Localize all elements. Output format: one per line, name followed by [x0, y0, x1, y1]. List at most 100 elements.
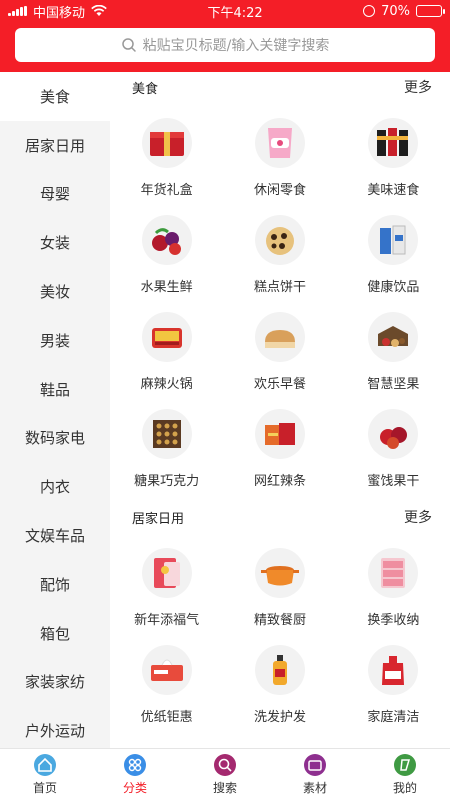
- category-tile[interactable]: 水果生鲜: [110, 199, 223, 296]
- tab-profile[interactable]: 我的: [360, 749, 450, 800]
- section-header: 居家日用 更多: [110, 502, 450, 532]
- sidebar-item[interactable]: 箱包: [0, 609, 110, 658]
- dried-fruit-icon: [368, 409, 419, 459]
- bread-icon: [254, 312, 305, 362]
- sidebar-item[interactable]: 女装: [0, 218, 110, 267]
- sidebar-item[interactable]: 数码家电: [0, 414, 110, 463]
- category-tile-label: 欢乐早餐: [253, 377, 306, 392]
- bottom-tab-bar: 首页 分类 搜索 素材 我的: [0, 748, 450, 800]
- battery-percent: 70%: [381, 3, 410, 19]
- signal-icon: [8, 6, 27, 16]
- section-title: 美食: [132, 81, 159, 97]
- category-tile-label: 精致餐厨: [253, 613, 306, 628]
- home-icon: [34, 753, 56, 776]
- category-tile[interactable]: 家庭清洁: [337, 629, 450, 726]
- category-tile[interactable]: 新年添福气: [110, 532, 223, 629]
- category-tile-label: 蜜饯果干: [367, 474, 420, 489]
- category-tile[interactable]: 洗发护发: [223, 629, 336, 726]
- search-icon: [121, 38, 136, 52]
- sidebar-item[interactable]: 美妆: [0, 267, 110, 316]
- more-link[interactable]: 更多: [404, 77, 432, 97]
- category-sidebar: 美食 居家日用 母婴 女装 美妆 男装 鞋品 数码家电 内衣 文娱车品 配饰 箱包 家装家纺 户外运动: [0, 72, 110, 748]
- category-tile-label: 健康饮品: [367, 280, 420, 295]
- category-tile-label: 新年添福气: [134, 613, 200, 628]
- section-header: 美食 更多: [110, 72, 450, 102]
- category-tile-label: 网红辣条: [253, 474, 306, 489]
- category-tile[interactable]: 麻辣火锅: [110, 296, 223, 393]
- rotation-lock-icon: [363, 5, 376, 17]
- sidebar-item[interactable]: 鞋品: [0, 365, 110, 414]
- category-tile-label: 换季收纳: [367, 613, 420, 628]
- snack-bag-icon: [254, 118, 305, 168]
- category-tile[interactable]: 精致餐厨: [223, 532, 336, 629]
- tab-label: 分类: [122, 780, 147, 795]
- category-tile[interactable]: 换季收纳: [337, 532, 450, 629]
- category-tile-label: 水果生鲜: [140, 280, 193, 295]
- category-tile-label: 家庭清洁: [367, 710, 420, 725]
- search-placeholder: 粘贴宝贝标题/输入关键字搜索: [142, 38, 330, 54]
- category-tile-label: 麻辣火锅: [140, 377, 193, 392]
- tab-label: 我的: [392, 780, 417, 795]
- search-icon: [214, 753, 236, 776]
- sidebar-item[interactable]: 家装家纺: [0, 658, 110, 707]
- tab-category[interactable]: 分类: [90, 749, 180, 800]
- status-time: 下午4:22: [207, 5, 263, 21]
- category-tile[interactable]: 智慧坚果: [337, 296, 450, 393]
- instant-noodle-icon: [368, 118, 419, 168]
- carrier-name: 中国移动: [33, 5, 86, 21]
- category-content: 美食 更多 年货礼盒 休闲零食 美味速食 水果生鲜 糕点饼干 健康饮品 麻辣火锅 欢乐早餐 智慧坚果…: [110, 72, 450, 748]
- tab-label: 搜索: [212, 780, 237, 795]
- category-tile[interactable]: 休闲零食: [223, 102, 336, 199]
- detergent-icon: [368, 645, 419, 695]
- storage-drawer-icon: [368, 548, 419, 598]
- spicy-strip-icon: [254, 409, 305, 459]
- category-grid: 年货礼盒 休闲零食 美味速食水果生鲜 糕点饼干 健康饮品麻辣火锅 欢乐早餐 智慧坚果糖果巧克…: [110, 102, 450, 490]
- category-tile-label: 年货礼盒: [140, 183, 193, 198]
- tab-material[interactable]: 素材: [270, 749, 360, 800]
- search-input[interactable]: 粘贴宝贝标题/输入关键字搜索: [15, 28, 435, 62]
- sidebar-item[interactable]: 户外运动: [0, 706, 110, 748]
- sidebar-item[interactable]: 内衣: [0, 462, 110, 511]
- more-link[interactable]: 更多: [404, 507, 432, 527]
- sidebar-item[interactable]: 母婴: [0, 170, 110, 219]
- red-envelope-icon: [141, 548, 192, 598]
- sidebar-item[interactable]: 男装: [0, 316, 110, 365]
- nuts-icon: [368, 312, 419, 362]
- category-tile[interactable]: 美味速食: [337, 102, 450, 199]
- tab-label: 素材: [302, 780, 327, 795]
- profile-icon: [394, 753, 416, 776]
- category-tile[interactable]: 优纸钜惠: [110, 629, 223, 726]
- section-title: 居家日用: [132, 511, 185, 527]
- drink-icon: [368, 215, 419, 265]
- tab-home[interactable]: 首页: [0, 749, 90, 800]
- sidebar-item[interactable]: 美食: [0, 72, 110, 121]
- material-icon: [304, 753, 326, 776]
- category-tile[interactable]: 网红辣条: [223, 393, 336, 490]
- pot-icon: [254, 548, 305, 598]
- category-tile-label: 智慧坚果: [367, 377, 420, 392]
- category-grid: 新年添福气 精致餐厨 换季收纳优纸钜惠 洗发护发 家庭清洁: [110, 532, 450, 726]
- tab-search[interactable]: 搜索: [180, 749, 270, 800]
- category-tile-label: 糕点饼干: [253, 280, 306, 295]
- category-tile[interactable]: 年货礼盒: [110, 102, 223, 199]
- category-tile[interactable]: 欢乐早餐: [223, 296, 336, 393]
- category-tile-label: 优纸钜惠: [140, 710, 193, 725]
- gift-box-icon: [141, 118, 192, 168]
- hotpot-icon: [141, 312, 192, 362]
- status-bar: 中国移动 下午4:22 70%: [0, 0, 450, 22]
- wifi-icon: [91, 5, 107, 16]
- category-tile-label: 美味速食: [367, 183, 420, 198]
- fruit-icon: [141, 215, 192, 265]
- category-tile-label: 休闲零食: [253, 183, 306, 198]
- category-icon: [124, 753, 146, 776]
- category-tile[interactable]: 健康饮品: [337, 199, 450, 296]
- battery-icon: [416, 5, 445, 17]
- sidebar-item[interactable]: 居家日用: [0, 121, 110, 170]
- sidebar-item[interactable]: 文娱车品: [0, 511, 110, 560]
- category-tile[interactable]: 糕点饼干: [223, 199, 336, 296]
- chocolate-icon: [141, 409, 192, 459]
- top-header: 中国移动 下午4:22 70% 粘贴宝贝标题/输入关键字搜索: [0, 0, 450, 72]
- category-tile[interactable]: 蜜饯果干: [337, 393, 450, 490]
- sidebar-item[interactable]: 配饰: [0, 560, 110, 609]
- category-tile[interactable]: 糖果巧克力: [110, 393, 223, 490]
